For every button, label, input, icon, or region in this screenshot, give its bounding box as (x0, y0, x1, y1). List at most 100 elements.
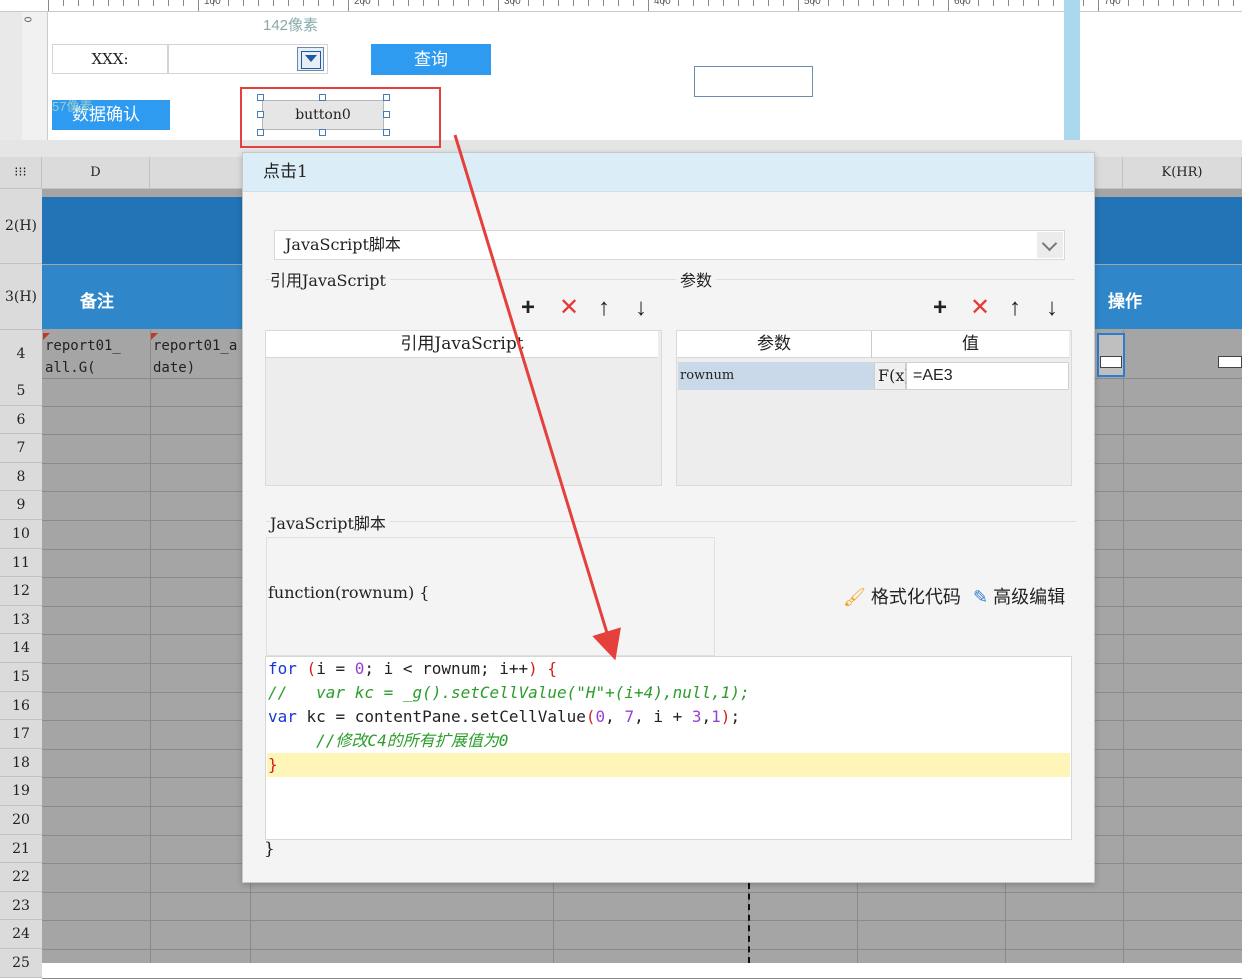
ruler-tick (918, 0, 919, 6)
row-header[interactable]: 12 (0, 577, 42, 606)
annotation-highlight-box (240, 87, 441, 148)
add-icon[interactable]: + (521, 296, 535, 320)
ruler-tick (693, 0, 694, 6)
row-header[interactable]: 9 (0, 491, 42, 520)
delete-icon[interactable]: ✕ (559, 296, 579, 320)
design-canvas[interactable] (48, 12, 1064, 140)
param-name-column-header[interactable]: 参数 (677, 331, 872, 358)
column-header-d[interactable]: D (42, 157, 150, 189)
row-header[interactable]: 23 (0, 891, 42, 921)
width-size-label: 142像素 (263, 17, 319, 34)
column-header-k[interactable]: K(HR) (1123, 157, 1242, 189)
column-gridline (150, 330, 151, 963)
move-param-down-icon[interactable]: ↓ (1046, 296, 1058, 320)
ruler-tick (483, 0, 484, 6)
cell-d4-line1: report01_ (45, 338, 121, 354)
selected-cell-j4[interactable] (1097, 333, 1125, 377)
ruler-tick (588, 0, 589, 6)
ruler-tick (183, 0, 184, 6)
move-up-icon[interactable]: ↑ (598, 296, 610, 320)
row-header[interactable]: 10 (0, 520, 42, 549)
params-table[interactable]: 参数 值 (676, 330, 1072, 486)
format-code-button[interactable]: 🖌 格式化代码 (843, 583, 961, 609)
event-dialog: 点击1 JavaScript脚本 引用JavaScript 参数 + ✕ ↑ ↓… (242, 152, 1095, 883)
ruler-tick (633, 0, 634, 6)
canvas-outside-area (1080, 12, 1242, 140)
ruler-tick (543, 0, 544, 6)
advanced-edit-button[interactable]: ✎ 高级编辑 (973, 583, 1065, 609)
left-gutter (0, 12, 22, 157)
event-type-select[interactable]: JavaScript脚本 (274, 230, 1065, 260)
ruler-tick (333, 0, 334, 6)
ruler-tick (888, 0, 889, 6)
row-header[interactable]: 19 (0, 777, 42, 806)
ruler-tick (423, 0, 424, 6)
dropdown-icon[interactable] (297, 47, 324, 71)
select-all-corner[interactable]: ⁝⁝⁝ (0, 157, 42, 189)
ref-js-column-header[interactable]: 引用JavaScript (266, 331, 658, 358)
row-header[interactable]: 13 (0, 605, 42, 635)
ruler-tick (1203, 0, 1204, 6)
ruler-tick (408, 0, 409, 6)
ruler-tick (933, 0, 934, 6)
column-header-e[interactable] (150, 157, 250, 189)
column-gridline (1123, 330, 1124, 963)
ruler-tick (93, 0, 94, 6)
ruler-tick (453, 0, 454, 6)
ref-js-section-label: 引用JavaScript (270, 267, 390, 291)
formula-icon[interactable]: F(x) (874, 362, 911, 390)
row-header[interactable]: 6 (0, 405, 42, 435)
ruler-tick (993, 0, 994, 6)
row-header[interactable]: 16 (0, 691, 42, 721)
param-value-input[interactable]: =AE3 (906, 362, 1069, 390)
ruler-tick (153, 0, 154, 6)
row-header[interactable]: 4 (0, 330, 42, 378)
row-header[interactable]: 14 (0, 634, 42, 663)
code-editor[interactable]: for (i = 0; i < rownum; i++) { // var kc… (265, 656, 1072, 840)
ruler-number: 100 (204, 0, 221, 7)
param-name-cell[interactable]: rownum (678, 362, 874, 390)
ref-js-table[interactable]: 引用JavaScript (265, 330, 662, 486)
dialog-title: 点击1 (243, 153, 1094, 192)
ruler-tick (558, 0, 559, 6)
row-header[interactable]: 11 (0, 548, 42, 578)
row-header[interactable]: 15 (0, 663, 42, 692)
ruler-tick (63, 0, 64, 6)
row-header[interactable]: 18 (0, 748, 42, 778)
ruler-tick (903, 0, 904, 6)
move-param-up-icon[interactable]: ↑ (1009, 296, 1021, 320)
query-button[interactable]: 查询 (371, 44, 491, 75)
button-cell-icon (1218, 356, 1242, 368)
delete-param-icon[interactable]: ✕ (970, 296, 990, 320)
row-header[interactable]: 22 (0, 863, 42, 892)
move-down-icon[interactable]: ↓ (635, 296, 647, 320)
row-header[interactable]: 24 (0, 920, 42, 949)
canvas-right-edge[interactable] (1064, 0, 1080, 140)
row-header[interactable]: 17 (0, 720, 42, 749)
code-line-3: var kc = contentPane.setCellValue(0, 7, … (268, 707, 741, 726)
column-header-j[interactable] (1095, 157, 1123, 189)
chevron-down-icon[interactable] (1037, 232, 1063, 258)
param-value-column-header[interactable]: 值 (872, 331, 1069, 358)
ruler-tick (78, 0, 79, 6)
row-header[interactable]: 8 (0, 462, 42, 492)
ruler-tick (1233, 0, 1234, 6)
row-header[interactable]: 21 (0, 834, 42, 864)
ruler-tick (1173, 0, 1174, 6)
section-divider (680, 279, 1075, 280)
ruler-tick (723, 0, 724, 6)
script-section-label: JavaScript脚本 (270, 510, 390, 534)
row-header[interactable]: 25 (0, 949, 42, 978)
add-param-icon[interactable]: + (933, 296, 947, 320)
row-header[interactable]: 7 (0, 434, 42, 463)
row-header[interactable]: 20 (0, 806, 42, 835)
empty-widget[interactable] (694, 66, 813, 97)
ruler-number: 200 (354, 0, 371, 7)
row-header[interactable]: 3(H) (0, 264, 42, 330)
ruler-tick (1023, 0, 1024, 6)
row-header[interactable]: 5 (0, 377, 42, 406)
edit-icon: ✎ (973, 587, 989, 607)
ruler-tick (873, 0, 874, 6)
row-header[interactable]: 2(H) (0, 189, 42, 264)
function-signature: function(rownum) { (268, 583, 430, 602)
